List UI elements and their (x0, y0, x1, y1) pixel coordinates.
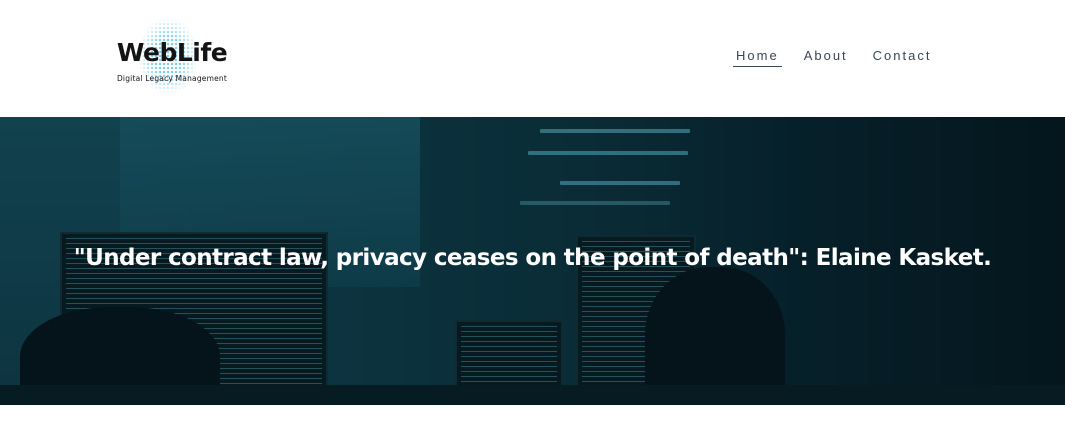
hero-photo-monitor (455, 320, 563, 395)
nav-item-home[interactable]: Home (733, 48, 782, 67)
logo-title: WebLife (116, 38, 228, 67)
hero-quote: "Under contract law, privacy ceases on t… (73, 245, 992, 271)
nav-item-contact[interactable]: Contact (870, 48, 935, 66)
nav-item-about[interactable]: About (801, 48, 851, 66)
site-header: WebLife Digital Legacy Management Home A… (0, 0, 1065, 117)
main-nav: Home About Contact (733, 48, 953, 70)
hero-photo-desk (0, 385, 1065, 405)
hero-photo-ceiling-light (560, 181, 680, 185)
hero-photo-ceiling-light (540, 129, 690, 133)
site-logo[interactable]: WebLife Digital Legacy Management (100, 18, 245, 98)
logo-tagline: Digital Legacy Management (116, 74, 228, 83)
hero-photo-ceiling-light (528, 151, 688, 155)
hero-photo-ceiling-light (520, 201, 670, 205)
hero-banner: "Under contract law, privacy ceases on t… (0, 117, 1065, 405)
